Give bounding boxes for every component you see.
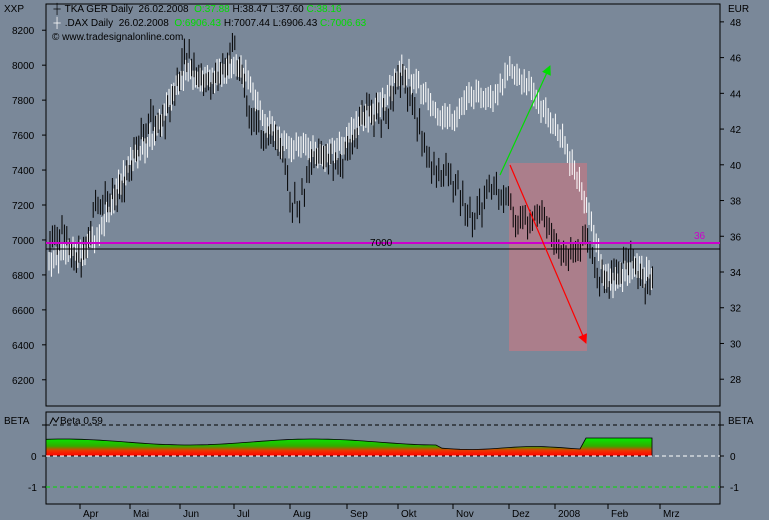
right-tick-label: 48 [730, 18, 742, 29]
dax-date: 26.02.2008 [118, 18, 169, 29]
legend: ┼ TKA GER Daily 26.02.2008 O:37.88 H:38.… [52, 3, 366, 45]
right-tick-label: 38 [730, 197, 742, 208]
dax-name: .DAX Daily [64, 18, 114, 29]
right-axis: 28 30 32 34 36 38 40 42 44 46 48 [720, 18, 742, 386]
left-tick-label: 7000 [12, 236, 35, 247]
x-tick-label: Nov [456, 509, 474, 520]
tka-date: 26.02.2008 [138, 4, 189, 15]
right-tick-label: 34 [730, 268, 742, 279]
beta-tick-label-left: 0 [31, 452, 37, 463]
tka-close: C:38.16 [306, 4, 342, 15]
left-tick-label: 6600 [12, 306, 35, 317]
right-tick-label: 40 [730, 161, 742, 172]
dax-high: H:7007.44 [223, 18, 270, 29]
dax-bar-icon: ┼ [53, 18, 61, 29]
right-tick-label: 32 [730, 304, 742, 315]
left-axis: 6200 6400 6600 6800 7000 7200 7400 7600 7800 8000… [12, 26, 46, 387]
right-tick-label: 36 [730, 232, 742, 243]
tka-bar-icon: ┼ [53, 4, 61, 15]
beta-tick-label-left: -1 [28, 483, 37, 494]
main-plot-area [45, 3, 721, 407]
copyright: © www.tradesignalonline.com [52, 32, 184, 43]
beta-plot-area [45, 411, 721, 505]
tka-high: H:38.47 [232, 4, 268, 15]
x-tick-label: Apr [83, 509, 99, 520]
right-tick-label: 28 [730, 375, 742, 386]
right-tick-label: 44 [730, 89, 742, 100]
level-value-right: 36 [694, 231, 706, 242]
left-tick-label: 8200 [12, 26, 35, 37]
x-tick-label: 2008 [558, 509, 581, 520]
left-tick-label: 7400 [12, 166, 35, 177]
beta-left-label: BETA [4, 416, 30, 427]
dax-open: O:6906.43 [174, 18, 222, 29]
x-tick-label: Sep [350, 509, 368, 520]
left-tick-label: 7600 [12, 131, 35, 142]
beta-tick-label-right: 0 [730, 452, 736, 463]
x-tick-label: Jul [237, 509, 250, 520]
beta-right-label: BETA [728, 416, 754, 427]
beta-tick-label-right: -1 [730, 483, 739, 494]
dax-low: L:6906.43 [272, 18, 318, 29]
right-tick-label: 30 [730, 339, 742, 350]
chart-frame: 6200 6400 6600 6800 7000 7200 7400 7600 7800 8000… [4, 3, 754, 520]
left-tick-label: 8000 [12, 61, 35, 72]
x-tick-label: Mai [133, 509, 149, 520]
x-axis: Apr Mai Jun Jul Aug Sep Okt Nov Dez 2008 Feb Mrz [79, 504, 680, 520]
x-tick-label: Mrz [663, 509, 680, 520]
dax-close: C:7006.63 [320, 18, 367, 29]
x-tick-label: Dez [512, 509, 530, 520]
legend-tka: ┼ TKA GER Daily 26.02.2008 O:37.88 H:38.… [52, 3, 366, 17]
beta-value-label: Beta 0.59 [60, 416, 103, 427]
right-unit-label: EUR [728, 4, 749, 15]
left-tick-label: 7800 [12, 96, 35, 107]
left-tick-label: 6200 [12, 376, 35, 387]
level-label: 7000 [370, 238, 393, 249]
right-tick-label: 42 [730, 125, 742, 136]
tka-open: O:37.88 [194, 4, 230, 15]
left-unit-label: XXP [4, 4, 24, 15]
tka-low: L:37.60 [270, 4, 304, 15]
legend-dax: ┼ .DAX Daily 26.02.2008 O:6906.43 H:7007… [52, 17, 366, 31]
x-tick-label: Okt [401, 509, 417, 520]
left-tick-label: 6800 [12, 271, 35, 282]
right-tick-label: 46 [730, 54, 742, 65]
x-tick-label: Aug [293, 509, 311, 520]
x-tick-label: Jun [183, 509, 199, 520]
x-tick-label: Feb [611, 509, 629, 520]
left-tick-label: 7200 [12, 201, 35, 212]
left-tick-label: 6400 [12, 341, 35, 352]
tka-name: TKA GER Daily [64, 4, 133, 15]
